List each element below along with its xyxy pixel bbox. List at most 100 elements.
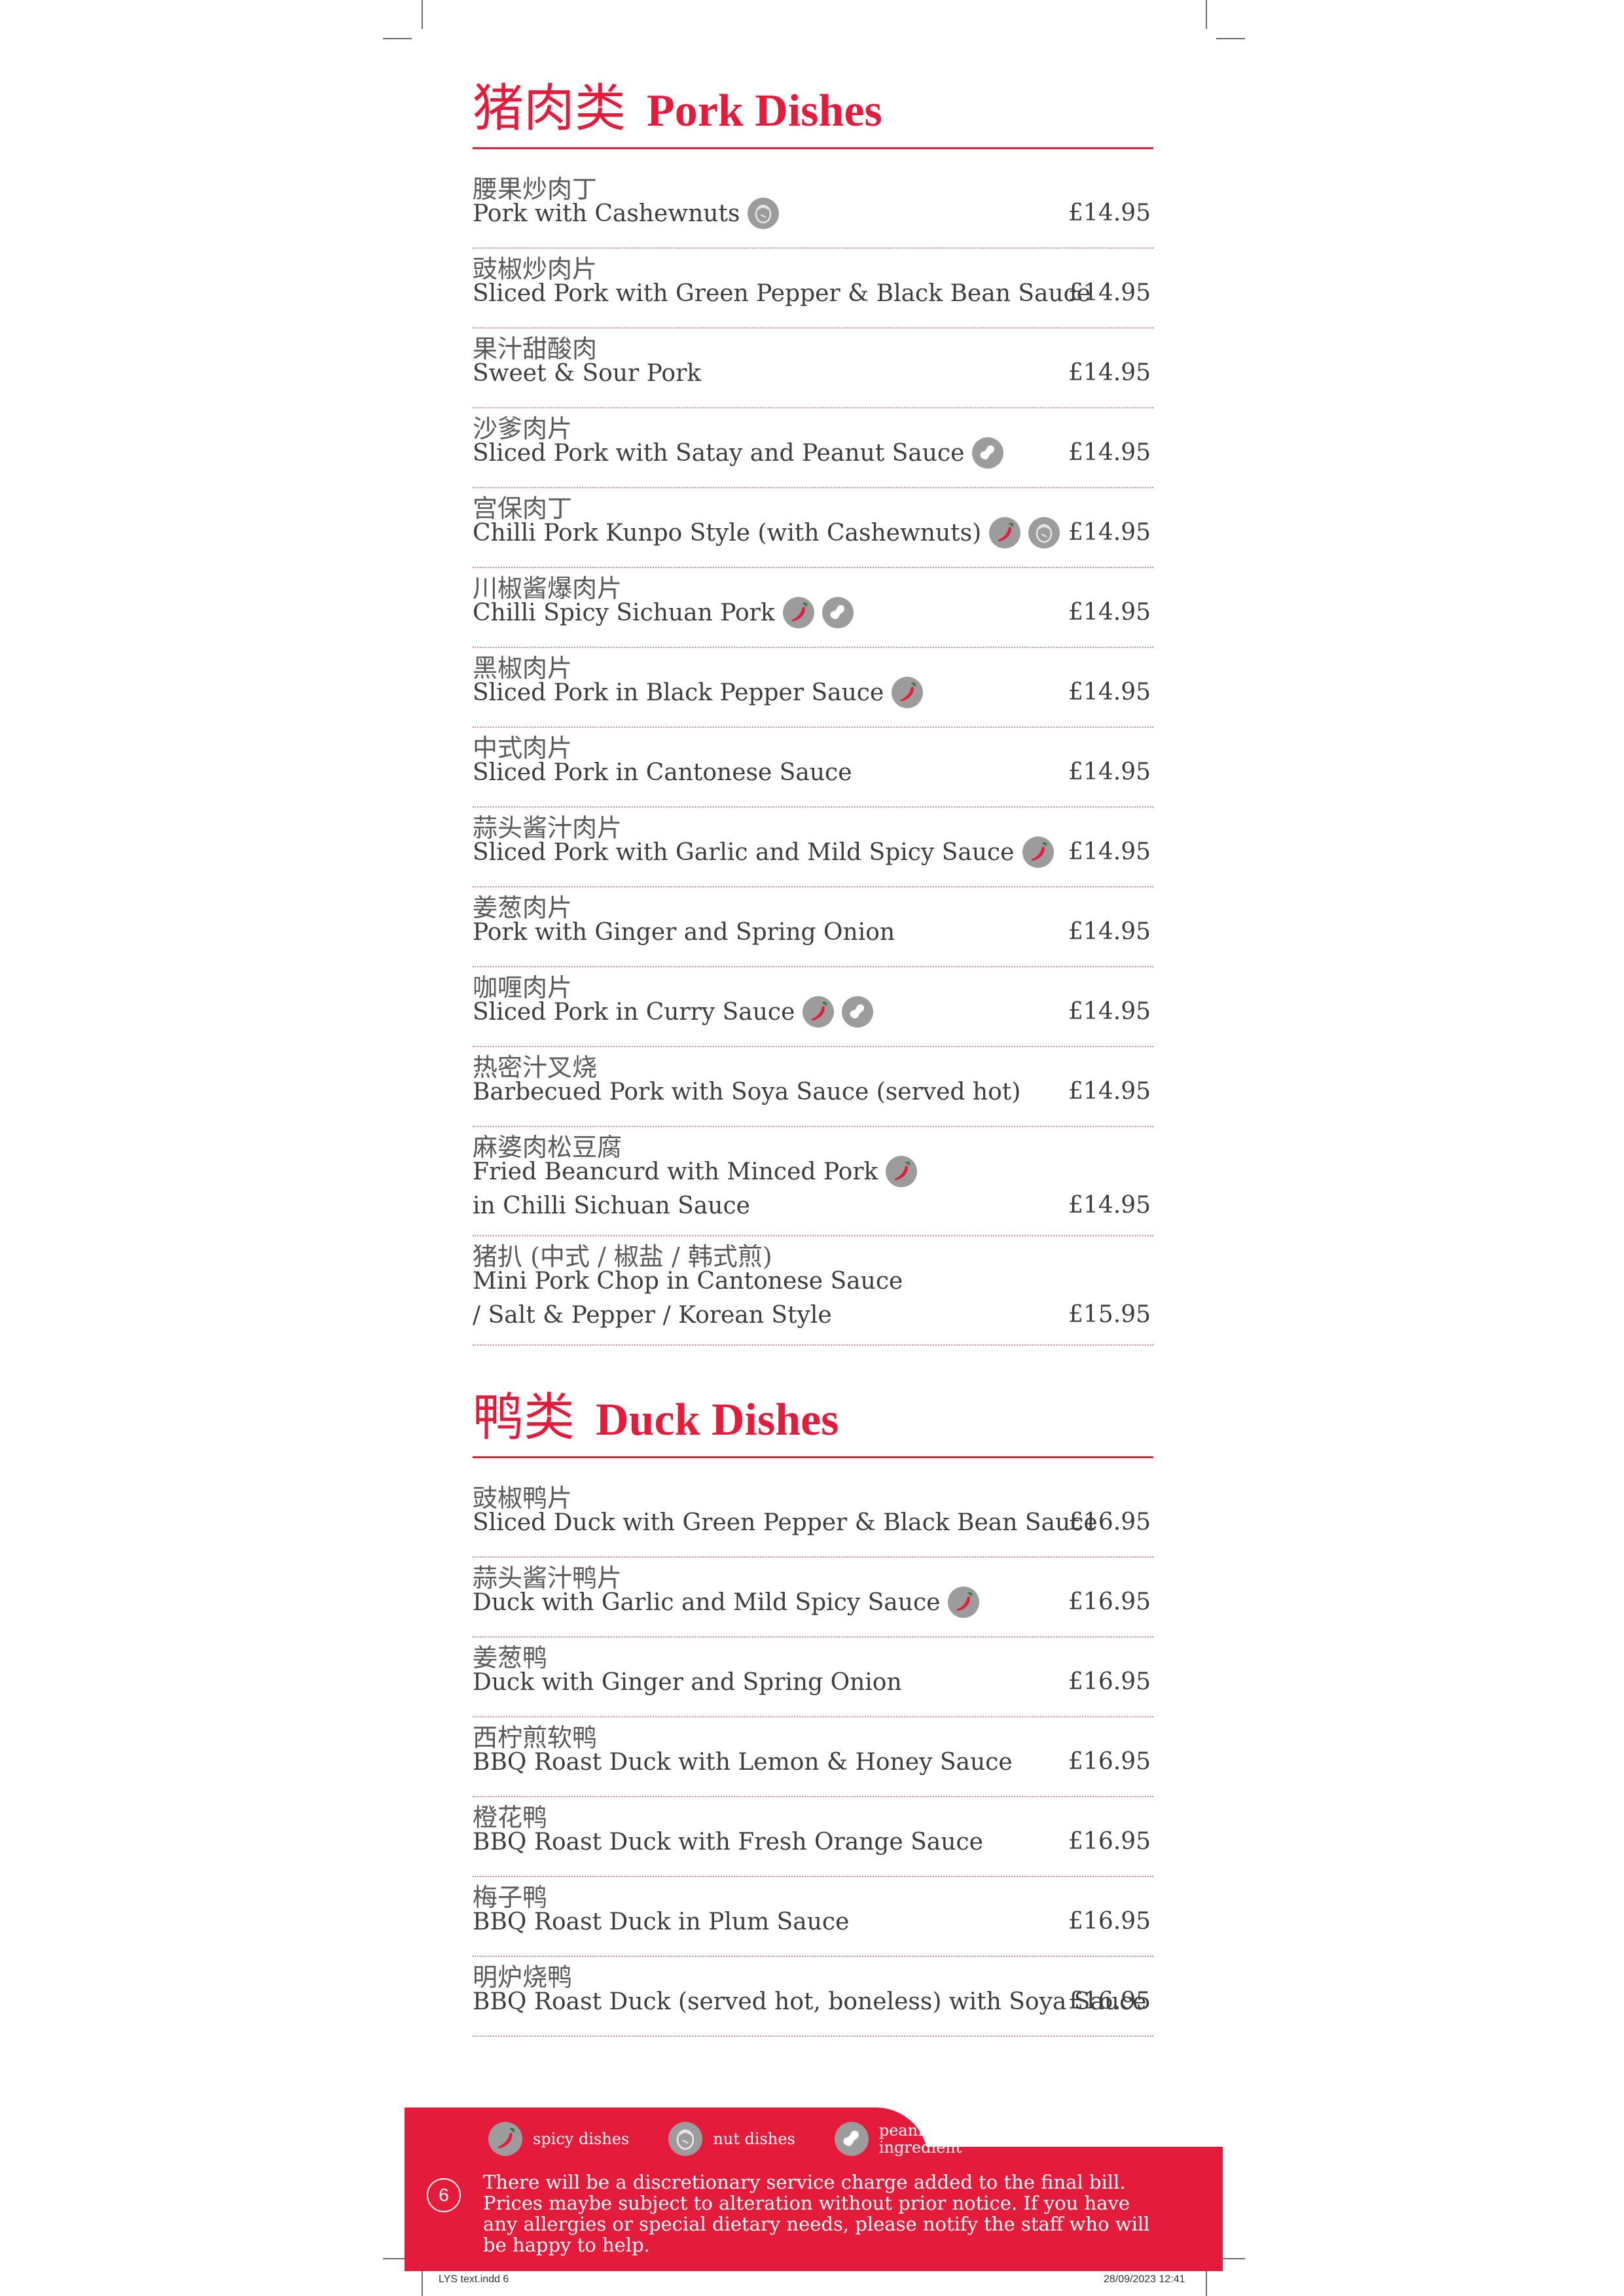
- dish-name-en-line2: / Salt & Pepper / Korean Style: [473, 1301, 832, 1329]
- dish-name-en: Sweet & Sour Pork: [473, 359, 702, 387]
- dish-price: £16.95: [1068, 1588, 1151, 1615]
- menu-item: 中式肉片 Sliced Pork in Cantonese Sauce £14.95: [473, 728, 1153, 808]
- dish-price: £15.95: [1068, 1301, 1151, 1328]
- menu-item: 蒜头酱汁鸭片 Duck with Garlic and Mild Spicy Sa…: [473, 1558, 1153, 1638]
- dish-name-en-row: Sliced Duck with Green Pepper & Black Be…: [473, 1507, 1098, 1538]
- dish-name-en: Chilli Pork Kunpo Style (with Cashewnuts…: [473, 519, 982, 547]
- dish-price: £14.95: [1068, 1078, 1151, 1105]
- section-title-pork: 猪肉类 Pork Dishes: [473, 62, 1153, 149]
- section-title-en: Pork Dishes: [647, 86, 882, 136]
- menu-item: 腰果炒肉丁 Pork with Cashewnuts £14.95: [473, 169, 1153, 249]
- dish-name-en: Barbecued Pork with Soya Sauce (served h…: [473, 1078, 1021, 1105]
- legend-label-peanut: peannut ingredient: [878, 2121, 962, 2157]
- menu-item: 黑椒肉片 Sliced Pork in Black Pepper Sauce £14…: [473, 648, 1153, 728]
- dish-name-en: Sliced Pork in Curry Sauce: [473, 998, 795, 1026]
- dish-name-en-row: BBQ Roast Duck in Plum Sauce: [473, 1906, 849, 1937]
- dish-name-en-row: BBQ Roast Duck with Fresh Orange Sauce: [473, 1826, 983, 1857]
- dish-name-en-row: Pork with Cashewnuts: [473, 198, 780, 229]
- menu-item: 沙爹肉片 Sliced Pork with Satay and Peanut Sa…: [473, 408, 1153, 488]
- menu-item: 姜葱肉片 Pork with Ginger and Spring Onion £14…: [473, 888, 1153, 967]
- spicy-chilli-icon: [1022, 836, 1054, 868]
- dish-name-en: Sliced Pork in Black Pepper Sauce: [473, 679, 884, 706]
- dish-price: £14.95: [1068, 838, 1151, 865]
- menu-item: 橙花鸭 BBQ Roast Duck with Fresh Orange Sauc…: [473, 1797, 1153, 1877]
- peanut-icon: [834, 2122, 869, 2156]
- spicy-chilli-icon: [488, 2122, 522, 2156]
- menu-item: 豉椒鸭片 Sliced Duck with Green Pepper & Blac…: [473, 1478, 1153, 1558]
- dish-name-en-row: Mini Pork Chop in Cantonese Sauce: [473, 1265, 903, 1297]
- dish-name-en-line2: in Chilli Sichuan Sauce: [473, 1192, 750, 1219]
- crop-mark: [1206, 0, 1207, 29]
- spicy-chilli-icon: [989, 517, 1021, 548]
- dish-name-en-row: Duck with Garlic and Mild Spicy Sauce: [473, 1587, 980, 1618]
- legend-label-spicy: spicy dishes: [533, 2130, 630, 2148]
- section-title-duck: 鸭类 Duck Dishes: [473, 1371, 1153, 1458]
- dish-name-en: Mini Pork Chop in Cantonese Sauce: [473, 1267, 903, 1295]
- dish-name-en: Duck with Garlic and Mild Spicy Sauce: [473, 1588, 941, 1616]
- dish-name-en: Sliced Duck with Green Pepper & Black Be…: [473, 1509, 1098, 1536]
- spicy-chilli-icon: [948, 1587, 980, 1618]
- dish-price: £16.95: [1068, 1509, 1151, 1535]
- dish-price: £14.95: [1068, 200, 1151, 226]
- dish-price: £14.95: [1068, 279, 1151, 306]
- dish-name-en: Sliced Pork in Cantonese Sauce: [473, 759, 852, 786]
- slug-file: LYS text.indd 6: [439, 2274, 509, 2285]
- dish-name-en-row: Sweet & Sour Pork: [473, 357, 701, 389]
- menu-item: 蒜头酱汁肉片 Sliced Pork with Garlic and Mild S…: [473, 808, 1153, 888]
- dish-price: £16.95: [1068, 1988, 1151, 2015]
- spicy-chilli-icon: [803, 996, 835, 1028]
- menu-item: 梅子鸭 BBQ Roast Duck in Plum Sauce £16.95: [473, 1877, 1153, 1957]
- dish-name-en-row: BBQ Roast Duck with Lemon & Honey Sauce: [473, 1746, 1013, 1778]
- slug-date: 28/09/2023 12:41: [1104, 2274, 1185, 2285]
- dish-price: £14.95: [1068, 998, 1151, 1025]
- dish-name-en: Sliced Pork with Satay and Peanut Sauce: [473, 439, 965, 467]
- dish-name-en-row: Sliced Pork in Black Pepper Sauce: [473, 677, 924, 708]
- crop-mark: [383, 38, 412, 39]
- dish-price: £14.95: [1068, 679, 1151, 706]
- dish-price: £16.95: [1068, 1828, 1151, 1855]
- menu-item: 宫保肉丁 Chilli Pork Kunpo Style (with Cashew…: [473, 488, 1153, 568]
- dish-name-en-row: Pork with Ginger and Spring Onion: [473, 916, 895, 948]
- dish-name-en-row: Sliced Pork with Green Pepper & Black Be…: [473, 278, 1091, 309]
- dish-name-en-row: Sliced Pork in Curry Sauce: [473, 996, 874, 1028]
- menu-item: 咖喱肉片 Sliced Pork in Curry Sauce £14.95: [473, 967, 1153, 1047]
- menu-item: 果汁甜酸肉 Sweet & Sour Pork £14.95: [473, 329, 1153, 408]
- dish-name-en: Sliced Pork with Green Pepper & Black Be…: [473, 279, 1091, 307]
- dish-name-en: BBQ Roast Duck in Plum Sauce: [473, 1908, 850, 1935]
- dish-name-en: Pork with Ginger and Spring Onion: [473, 918, 895, 946]
- peanut-icon: [821, 597, 854, 628]
- dish-name-en-row: Sliced Pork with Garlic and Mild Spicy S…: [473, 836, 1054, 868]
- menu-item: 姜葱鸭 Duck with Ginger and Spring Onion £16.…: [473, 1638, 1153, 1717]
- service-notice: There will be a discretionary service ch…: [483, 2171, 1150, 2256]
- dish-price: £14.95: [1068, 1192, 1151, 1219]
- dish-name-en-row: Fried Beancurd with Minced Pork: [473, 1156, 918, 1187]
- dish-name-en-row: Chilli Spicy Sichuan Pork: [473, 597, 854, 628]
- dish-price: £14.95: [1068, 359, 1151, 386]
- menu-item: 热密汁叉烧 Barbecued Pork with Soya Sauce (ser…: [473, 1047, 1153, 1127]
- dish-price: £14.95: [1068, 759, 1151, 785]
- dish-price: £16.95: [1068, 1668, 1151, 1695]
- menu-item: 川椒酱爆肉片 Chilli Spicy Sichuan Pork £14.95: [473, 568, 1153, 648]
- legend-label-nut: nut dishes: [713, 2130, 795, 2148]
- nut-icon: [748, 198, 780, 229]
- dish-price: £14.95: [1068, 439, 1151, 466]
- dish-name-en-row: Chilli Pork Kunpo Style (with Cashewnuts…: [473, 517, 1060, 548]
- nut-icon: [1028, 517, 1060, 548]
- dish-name-en-row: Sliced Pork with Satay and Peanut Sauce: [473, 437, 1004, 469]
- dish-name-en: BBQ Roast Duck with Fresh Orange Sauce: [473, 1828, 983, 1856]
- section-title-en: Duck Dishes: [596, 1395, 839, 1445]
- dish-price: £14.95: [1068, 599, 1151, 626]
- allergen-legend: spicy dishes nut dishes peannut ingredient: [488, 2122, 1003, 2156]
- crop-mark: [422, 2267, 423, 2296]
- dish-name-en-row: Sliced Pork in Cantonese Sauce: [473, 757, 852, 788]
- peanut-icon: [972, 437, 1004, 469]
- dish-name-en: Sliced Pork with Garlic and Mild Spicy S…: [473, 838, 1015, 866]
- section-title-zh: 鸭类: [473, 1388, 575, 1447]
- nut-icon: [668, 2122, 703, 2156]
- dish-price: £14.95: [1068, 519, 1151, 546]
- footer-panel: spicy dishes nut dishes peannut ingredient…: [405, 2108, 1223, 2271]
- dish-name-en-row: BBQ Roast Duck (served hot, boneless) wi…: [473, 1986, 1147, 2017]
- dish-price: £16.95: [1068, 1908, 1151, 1935]
- menu-item: 猪扒 (中式 / 椒盐 / 韩式煎) Mini Pork Chop in Cant…: [473, 1236, 1153, 1346]
- dish-name-en: Pork with Cashewnuts: [473, 200, 740, 227]
